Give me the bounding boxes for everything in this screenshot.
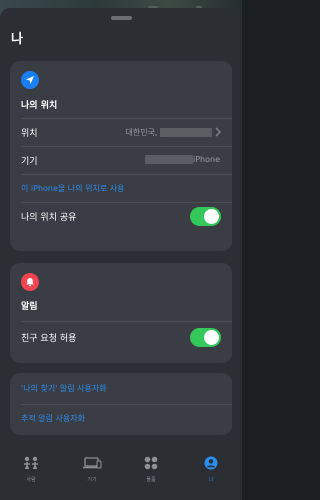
devices-icon: [83, 457, 102, 469]
device-row-value: iPhone: [144, 155, 220, 164]
location-row-label: 위치: [21, 129, 38, 139]
sheet-grabber[interactable]: [111, 16, 132, 20]
share-location-label: 나의 위치 공유: [21, 213, 77, 223]
allow-friend-requests-row: 친구 요청 허용: [21, 321, 232, 354]
location-arrow-icon: [21, 71, 39, 89]
location-row[interactable]: 위치 대한민국,: [21, 118, 232, 147]
customize-findmy-alerts-row[interactable]: '나의 찾기' 알림 사용자화: [21, 375, 232, 403]
my-location-card: 나의 위치 위치 대한민국, 기기 iPhone 이 iPhone을 나의 위치…: [10, 61, 232, 251]
tab-bar: 사람 기기 물품 나: [0, 442, 242, 500]
device-row: 기기 iPhone: [21, 146, 232, 175]
tab-items-label: 물품: [146, 477, 156, 483]
tab-people-label: 사람: [26, 477, 36, 483]
customize-findmy-alerts-link[interactable]: '나의 찾기' 알림 사용자화: [21, 383, 107, 394]
notifications-card: 알림 친구 요청 허용: [10, 263, 232, 363]
customize-tracking-alerts-row[interactable]: 추적 알림 사용자화: [21, 404, 232, 433]
tab-me[interactable]: 나: [186, 455, 236, 483]
device-row-label: 기기: [21, 157, 38, 167]
location-row-value: 대한민국,: [125, 127, 212, 138]
customize-alerts-card: '나의 찾기' 알림 사용자화 추적 알림 사용자화: [10, 373, 232, 435]
customize-tracking-alerts-link[interactable]: 추적 알림 사용자화: [21, 413, 85, 424]
use-this-iphone-link[interactable]: 이 iPhone을 나의 위치로 사용: [21, 183, 124, 194]
redacted-device-name: [144, 155, 193, 164]
tab-me-label: 나: [208, 477, 214, 483]
items-icon: [144, 456, 158, 470]
bell-icon: [21, 273, 39, 291]
me-icon: [204, 456, 218, 470]
me-sheet: 나 나의 위치 위치 대한민국, 기기 iPhone 이 iPhone을 나의 …: [0, 8, 242, 500]
toggle-knob: [204, 330, 219, 345]
allow-friend-requests-toggle[interactable]: [190, 328, 221, 347]
tab-devices[interactable]: 기기: [67, 455, 117, 483]
chevron-right-icon: [215, 127, 222, 137]
my-location-title: 나의 위치: [21, 101, 58, 111]
redacted-address: [160, 128, 212, 137]
page-title: 나: [11, 32, 23, 47]
tab-devices-label: 기기: [87, 477, 97, 483]
tab-people[interactable]: 사람: [6, 455, 56, 483]
use-this-iphone-row[interactable]: 이 iPhone을 나의 위치로 사용: [21, 174, 232, 203]
notifications-title: 알림: [21, 302, 38, 312]
people-icon: [24, 456, 38, 470]
tab-items[interactable]: 물품: [126, 455, 176, 483]
share-location-toggle[interactable]: [190, 207, 221, 226]
toggle-knob: [204, 209, 219, 224]
allow-friend-requests-label: 친구 요청 허용: [21, 334, 77, 344]
share-location-row: 나의 위치 공유: [21, 202, 232, 231]
